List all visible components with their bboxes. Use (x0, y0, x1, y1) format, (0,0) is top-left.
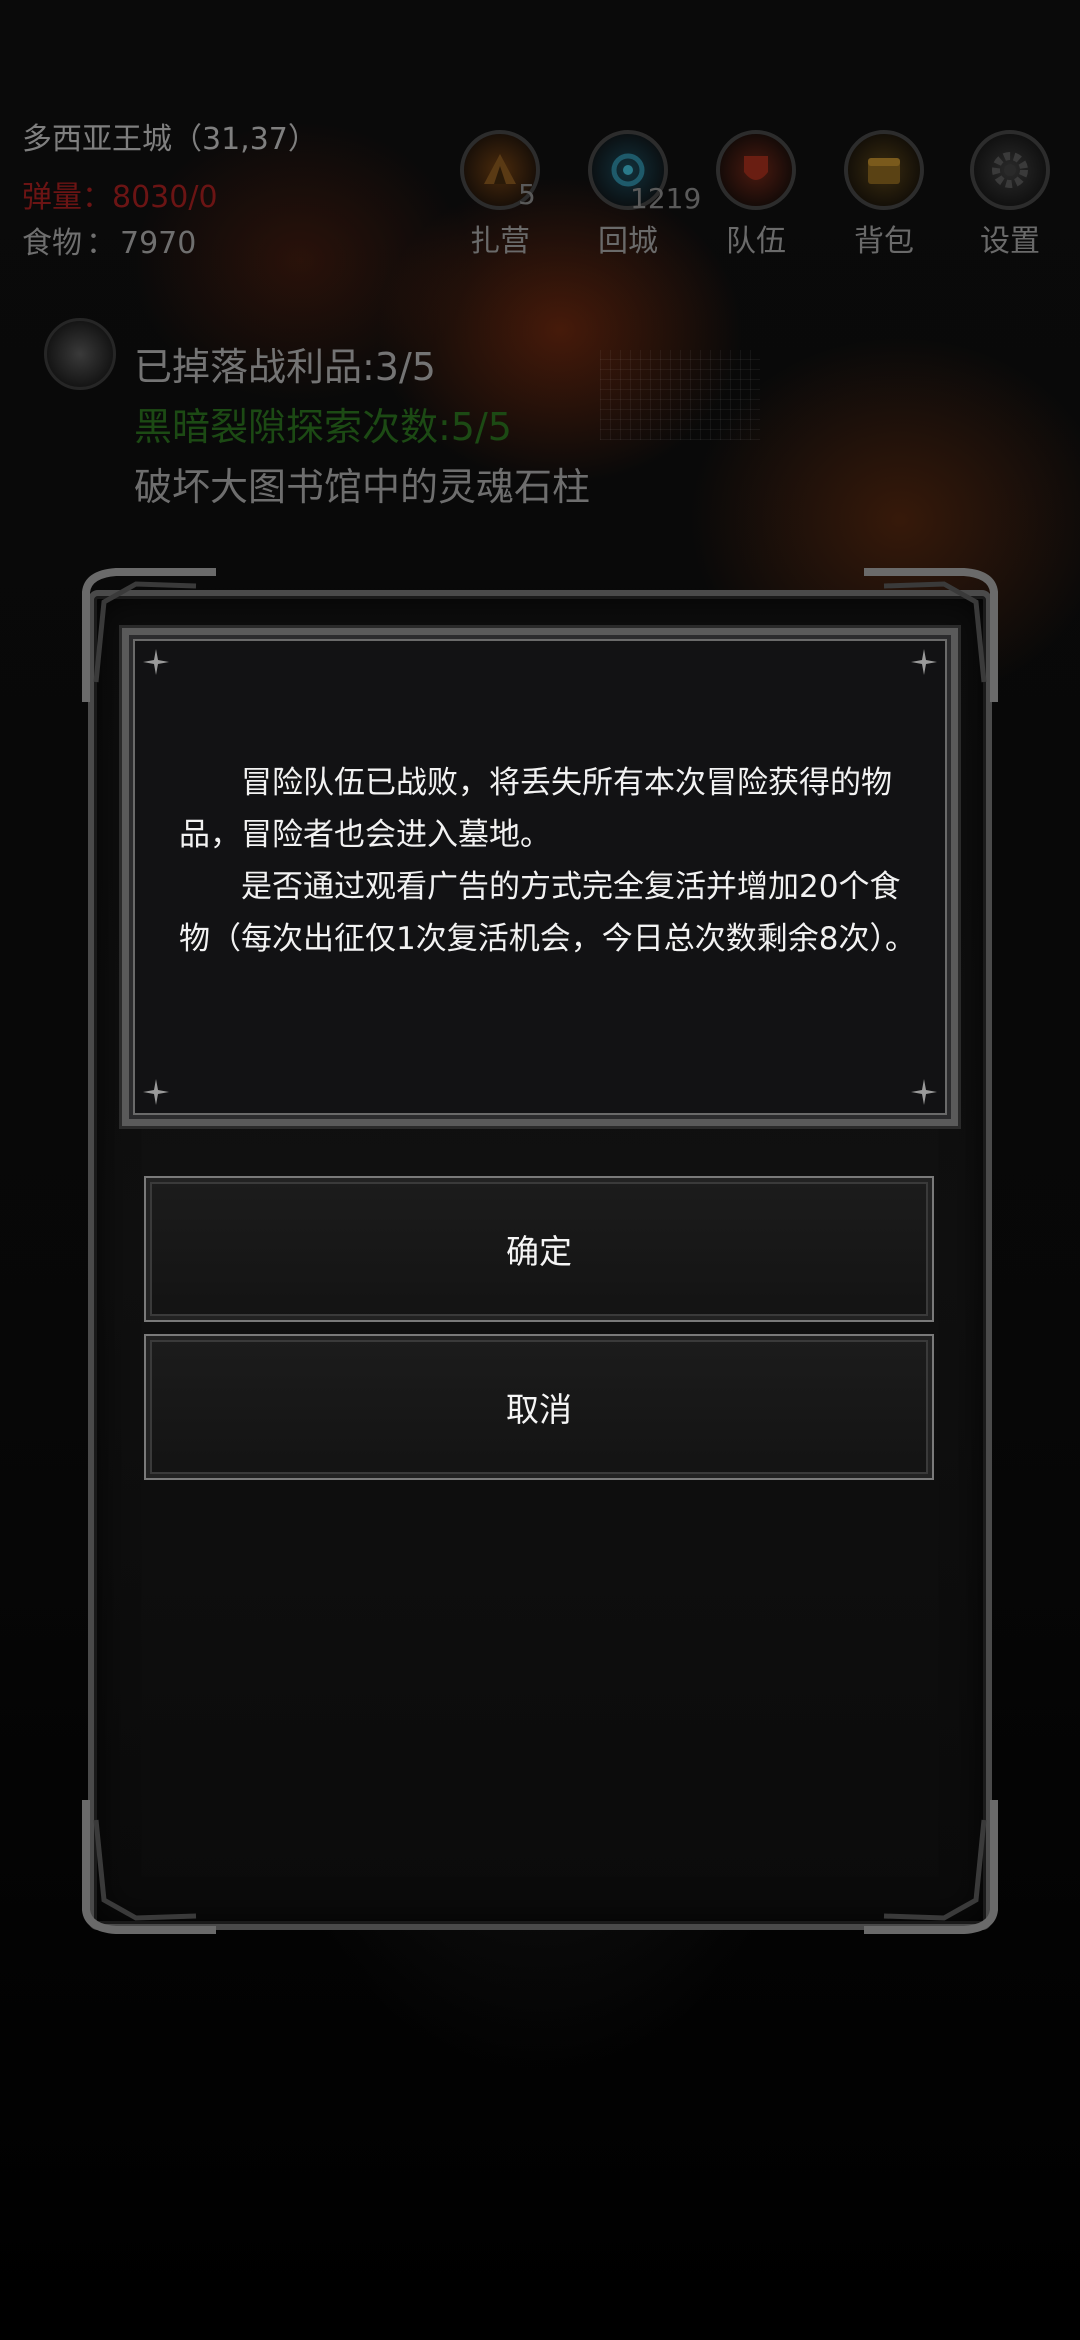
defeat-dialog: 冒险队伍已战败，将丢失所有本次冒险获得的物品，冒险者也会进入墓地。 是否通过观看… (122, 628, 958, 1126)
chest-icon (844, 130, 924, 210)
map-grid-texture (600, 350, 760, 440)
team-button[interactable]: 队伍 (708, 130, 804, 260)
location-label: 多西亚王城（31,37） (22, 122, 318, 157)
team-icon (716, 130, 796, 210)
return-town-button[interactable]: 1219 回城 (580, 130, 701, 260)
frame-ornament-bottom-left (82, 1800, 216, 1934)
food-separator: ： (86, 226, 116, 261)
sparkle-icon (143, 1079, 169, 1105)
food-title: 食物 (22, 226, 82, 261)
team-label: 队伍 (726, 224, 786, 259)
settings-label: 设置 (980, 224, 1040, 259)
camp-label: 扎营 (470, 224, 530, 259)
camp-button[interactable]: 5 扎营 (452, 130, 548, 260)
dialog-paragraph-defeat: 冒险队伍已战败，将丢失所有本次冒险获得的物品，冒险者也会进入墓地。 (179, 765, 892, 853)
dialog-message: 冒险队伍已战败，将丢失所有本次冒险获得的物品，冒险者也会进入墓地。 是否通过观看… (179, 757, 919, 965)
quest-objective: 破坏大图书馆中的灵魂石柱 (134, 465, 591, 509)
frame-ornament-bottom-right (864, 1800, 998, 1934)
return-town-count: 1219 (630, 182, 702, 215)
ammo-label: 弹量：8030/0 (22, 180, 218, 215)
gear-icon (970, 130, 1050, 210)
sparkle-icon (911, 1079, 937, 1105)
food-label: 食物： 7970 (22, 218, 196, 262)
food-value: 7970 (120, 226, 197, 261)
confirm-button[interactable]: 确定 (144, 1176, 934, 1322)
bag-label: 背包 (854, 224, 914, 259)
sparkle-icon (143, 649, 169, 675)
sparkle-icon (911, 649, 937, 675)
camp-count: 5 (518, 178, 536, 211)
quest-loot-progress: 已掉落战利品:3/5 (134, 345, 436, 389)
bag-button[interactable]: 背包 (836, 130, 932, 260)
quest-icon[interactable] (44, 318, 116, 390)
dialog-paragraph-revive: 是否通过观看广告的方式完全复活并增加20个食物（每次出征仅1次复活机会，今日总次… (179, 869, 916, 957)
quest-rift-progress: 黑暗裂隙探索次数:5/5 (134, 405, 512, 449)
cancel-button[interactable]: 取消 (144, 1334, 934, 1480)
settings-button[interactable]: 设置 (962, 130, 1058, 260)
return-town-label: 回城 (598, 224, 658, 259)
